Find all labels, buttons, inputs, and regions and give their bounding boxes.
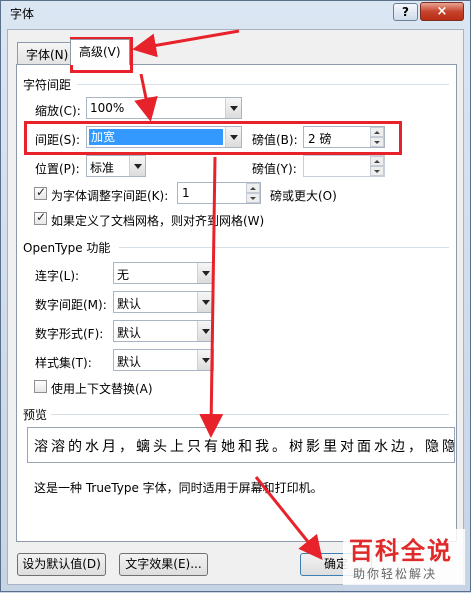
chevron-down-icon[interactable] xyxy=(197,292,213,312)
opentype-title: OpenType 功能 xyxy=(23,241,111,255)
position-combo[interactable]: 标准 xyxy=(86,155,146,177)
number-forms-label: 数字形式(F): xyxy=(35,327,104,341)
chevron-down-icon[interactable] xyxy=(197,263,213,283)
position-amount-label: 磅值(Y): xyxy=(252,162,297,176)
spin-down-icon[interactable] xyxy=(246,193,260,203)
contextual-alternates-checkbox[interactable] xyxy=(34,380,47,393)
ligatures-combo[interactable]: 无 xyxy=(113,262,214,284)
chevron-down-icon[interactable] xyxy=(197,321,213,341)
kerning-stepper[interactable]: 1 xyxy=(177,182,261,204)
scale-label: 缩放(C): xyxy=(35,104,81,118)
number-spacing-value: 默认 xyxy=(117,297,142,311)
stylistic-sets-combo[interactable]: 默认 xyxy=(113,349,214,371)
character-spacing-title: 字符间距 xyxy=(23,78,72,92)
tab-font[interactable]: 字体(N) xyxy=(17,42,78,64)
annotation-box-spacing-row xyxy=(24,121,402,155)
preview-sample-text: 溶溶的水月，螭头上只有她和我。树影里对面水边，隐隐 xyxy=(34,439,455,455)
number-forms-value: 默认 xyxy=(117,326,142,340)
kerning-suffix: 磅或更大(O) xyxy=(270,189,337,203)
kerning-value: 1 xyxy=(182,186,190,200)
watermark-sub-text: 助你轻松解决 xyxy=(353,567,438,581)
preview-box: 溶溶的水月，螭头上只有她和我。树影里对面水边，隐隐 xyxy=(27,427,455,463)
number-spacing-combo[interactable]: 默认 xyxy=(113,291,214,313)
snap-to-grid-checkbox[interactable] xyxy=(34,210,47,225)
scale-value: 100% xyxy=(90,101,125,115)
stylistic-sets-value: 默认 xyxy=(117,355,142,369)
watermark-logo: 百科全说 助你轻松解决 xyxy=(343,529,465,585)
scale-combo[interactable]: 100% xyxy=(86,97,242,119)
stylistic-sets-label: 样式集(T): xyxy=(35,356,92,370)
group-divider xyxy=(51,414,449,415)
group-divider xyxy=(77,84,449,85)
position-value: 标准 xyxy=(90,161,115,175)
watermark-main-text: 百科全说 xyxy=(349,537,453,565)
number-spacing-label: 数字间距(M): xyxy=(35,298,107,312)
ligatures-value: 无 xyxy=(117,268,130,282)
kerning-checkbox[interactable] xyxy=(34,185,47,200)
spin-up-icon[interactable] xyxy=(370,156,384,166)
close-button[interactable]: × xyxy=(420,2,464,21)
snap-to-grid-label: 如果定义了文档网格，则对齐到网格(W) xyxy=(51,214,265,228)
help-button[interactable]: ? xyxy=(393,3,418,21)
chevron-down-icon[interactable] xyxy=(197,350,213,370)
spin-up-icon[interactable] xyxy=(246,183,260,193)
contextual-alternates-label: 使用上下文替换(A) xyxy=(51,382,153,396)
window-title: 字体 xyxy=(10,7,35,21)
font-dialog-window: 字体 ? × 字体(N) 高级(V) 字符间距 缩放(C): 100% 间距(S… xyxy=(0,0,471,592)
position-amount-stepper[interactable] xyxy=(303,155,385,177)
chevron-down-icon[interactable] xyxy=(225,98,241,118)
kerning-label: 为字体调整字间距(K): xyxy=(51,189,169,203)
tab-advanced[interactable]: 高级(V) xyxy=(70,39,130,65)
group-divider xyxy=(119,247,449,248)
title-bar[interactable]: 字体 ? × xyxy=(1,1,470,25)
chevron-down-icon[interactable] xyxy=(129,156,145,176)
preview-description: 这是一种 TrueType 字体，同时适用于屏幕和打印机。 xyxy=(34,481,323,495)
text-effects-button[interactable]: 文字效果(E)... xyxy=(119,553,208,576)
position-label: 位置(P): xyxy=(35,162,80,176)
ligatures-label: 连字(L): xyxy=(35,269,80,283)
preview-title: 预览 xyxy=(23,408,48,422)
spin-down-icon[interactable] xyxy=(370,166,384,176)
number-forms-combo[interactable]: 默认 xyxy=(113,320,214,342)
set-default-button[interactable]: 设为默认值(D) xyxy=(17,553,106,576)
